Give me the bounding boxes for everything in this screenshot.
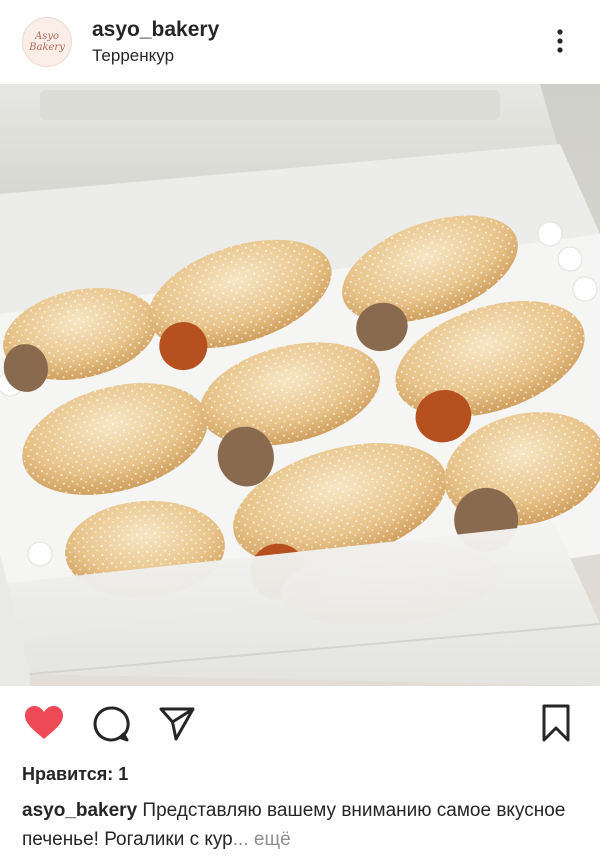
bookmark-icon — [542, 704, 570, 742]
heart-filled-icon — [25, 706, 63, 739]
caption-username[interactable]: asyo_bakery — [22, 800, 137, 821]
share-button[interactable] — [158, 706, 196, 747]
post-header: Asyo Bakery asyo_bakery Терренкур — [0, 0, 600, 84]
caption-more-link[interactable]: ... ещё — [233, 829, 291, 850]
likes-count[interactable]: Нравится: 1 — [22, 764, 128, 785]
avatar-logo-line1: Asyo — [34, 31, 60, 42]
save-button[interactable] — [540, 704, 572, 747]
more-vertical-icon — [557, 29, 563, 53]
more-options-button[interactable] — [548, 27, 572, 59]
comment-button[interactable] — [92, 705, 130, 748]
post-photo[interactable] — [0, 84, 600, 686]
pastry-box-image — [0, 84, 600, 686]
send-icon — [159, 707, 195, 741]
post-location[interactable]: Терренкур — [92, 46, 174, 66]
post-username[interactable]: asyo_bakery — [92, 18, 219, 42]
post-caption: asyo_bakery Представляю вашему вниманию … — [22, 796, 582, 854]
avatar[interactable]: Asyo Bakery — [22, 17, 72, 67]
avatar-logo-line2: Bakery — [29, 42, 65, 53]
comment-icon — [93, 706, 130, 742]
like-button[interactable] — [24, 705, 64, 746]
post-actions-bar — [0, 686, 600, 760]
